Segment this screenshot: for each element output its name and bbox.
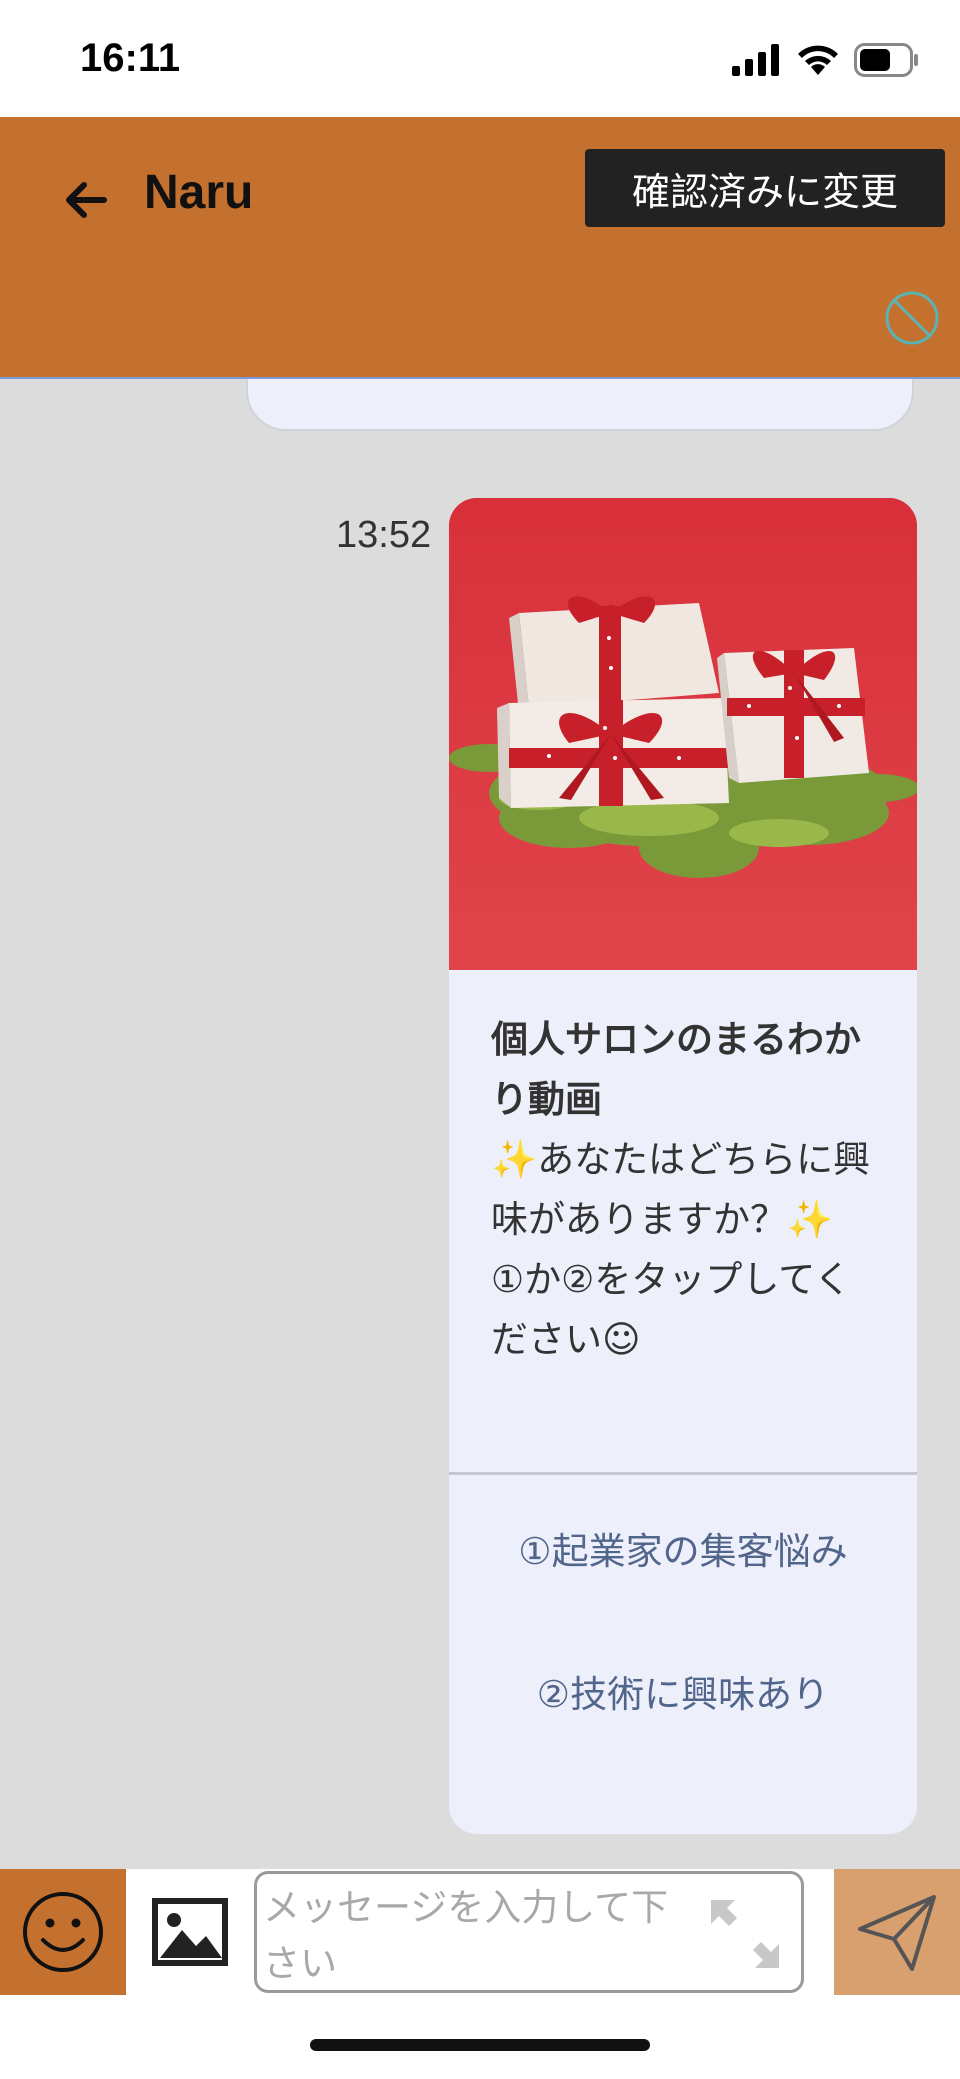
arrow-left-icon [66, 182, 107, 218]
previous-message-bubble [246, 379, 914, 431]
home-indicator-area [0, 1995, 960, 2079]
page-title: Naru [144, 166, 254, 219]
block-button[interactable] [883, 289, 941, 347]
send-button[interactable] [834, 1869, 960, 1995]
gift-boxes-image [449, 498, 917, 970]
card-body: 個人サロンのまるわかり動画 ✨あなたはどちらに興味がありますか？✨ ①か②をタッ… [449, 970, 917, 1474]
status-time: 16:11 [80, 36, 181, 80]
message-input[interactable] [257, 1874, 697, 1990]
mark-confirmed-button[interactable]: 確認済みに変更 [585, 149, 945, 227]
chat-area[interactable]: 13:52 個人サロンのまるわかり動画 ✨あなたはどちらに興味がありますか？✨ … [0, 379, 960, 1869]
home-indicator[interactable] [310, 2039, 650, 2051]
image-icon [152, 1898, 228, 1966]
wifi-icon [798, 45, 838, 75]
card-title: 個人サロンのまるわかり動画 [491, 1018, 861, 1121]
card-action-button[interactable]: ②技術に興味あり [449, 1631, 917, 1751]
message-input-bar [0, 1869, 960, 1995]
prohibited-icon [885, 291, 939, 345]
paper-plane-send-icon [858, 1895, 936, 1971]
status-bar: 16:11 [0, 0, 960, 117]
status-icons [732, 40, 920, 80]
image-upload-button[interactable] [136, 1869, 244, 1995]
card-action-button[interactable]: ①起業家の集客悩み [449, 1488, 917, 1608]
message-input-wrapper [254, 1871, 804, 1993]
expand-input-button[interactable] [707, 1896, 783, 1972]
message-timestamp: 13:52 [336, 514, 432, 556]
card-divider [449, 1472, 917, 1475]
back-button[interactable] [58, 172, 114, 228]
chat-header: Naru 確認済みに変更 [0, 117, 960, 379]
cellular-signal-icon [732, 44, 779, 76]
emoji-button[interactable] [0, 1869, 126, 1995]
card-text: ✨あなたはどちらに興味がありますか？✨ ①か②をタップしてください☺ [491, 1138, 871, 1361]
battery-icon [854, 43, 918, 77]
expand-arrows-icon [711, 1900, 779, 1968]
smiley-face-icon [23, 1892, 103, 1972]
message-card: 個人サロンのまるわかり動画 ✨あなたはどちらに興味がありますか？✨ ①か②をタッ… [449, 498, 917, 1834]
